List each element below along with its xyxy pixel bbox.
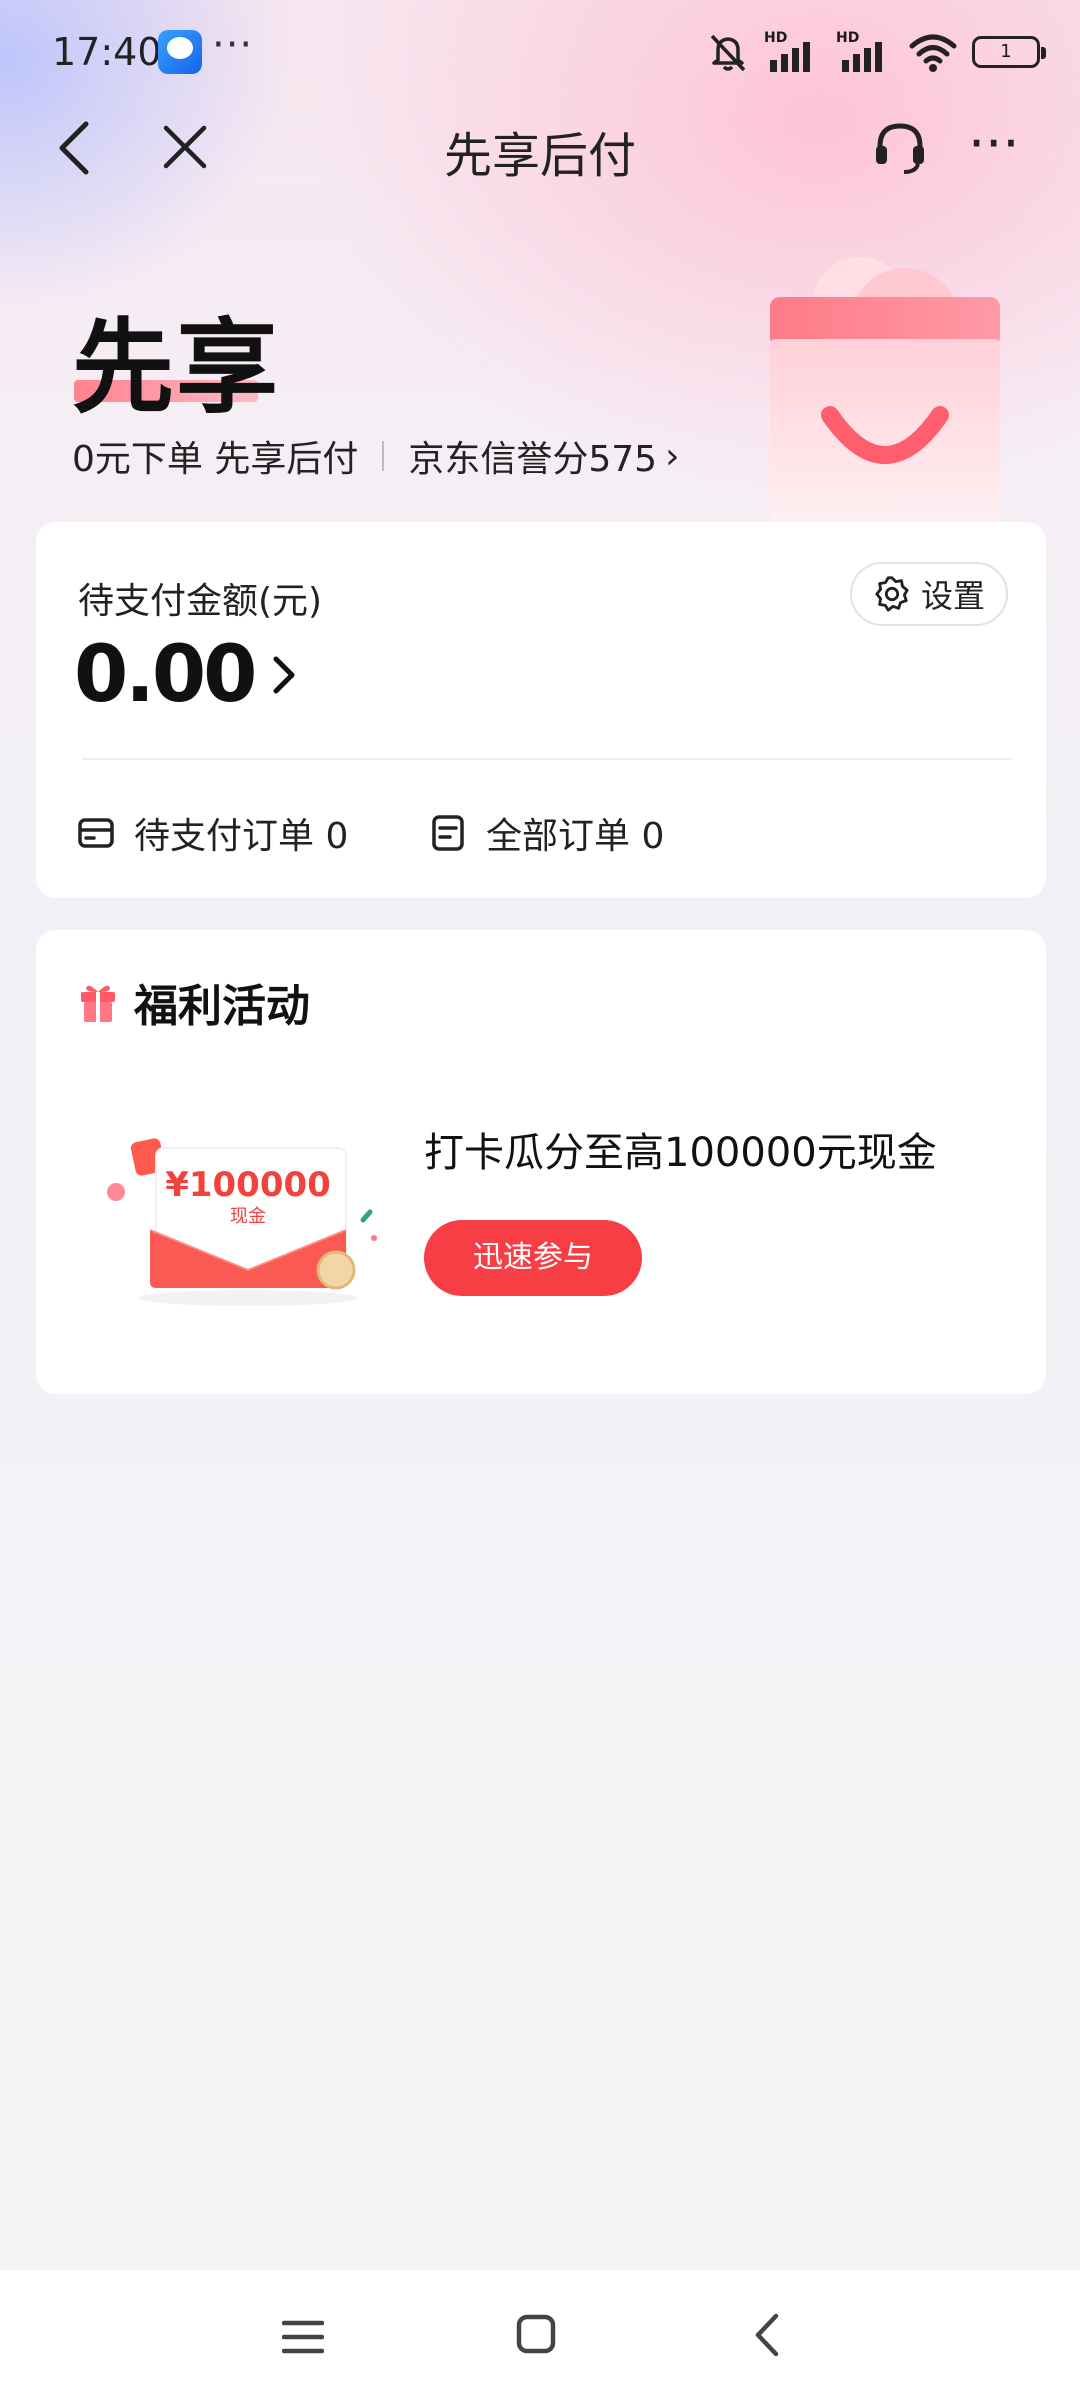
- battery-icon: 1: [972, 36, 1046, 68]
- pending-orders-label: 待支付订单 0: [134, 816, 349, 857]
- gift-icon: [81, 985, 115, 1022]
- pending-amount-link[interactable]: 0.00: [74, 630, 298, 720]
- status-bar: 17:40 ··· HD HD 1: [0, 0, 1080, 100]
- app-icon: [158, 30, 202, 74]
- promo-text: 打卡瓜分至高100000元现金: [424, 1130, 937, 1176]
- chevron-right-icon: ›: [665, 435, 680, 477]
- signal-icon: HD: [764, 30, 822, 74]
- hero-divider: [382, 441, 385, 471]
- system-nav-bar: [0, 2270, 1080, 2400]
- card-icon: [78, 818, 114, 848]
- all-orders-label: 全部订单 0: [486, 816, 665, 857]
- gear-icon: [875, 576, 909, 612]
- hero-title: 先享: [72, 309, 280, 428]
- shopping-bag-illustration: [770, 257, 1000, 525]
- status-icons: HD HD 1: [706, 28, 1046, 76]
- pending-orders-link[interactable]: 待支付订单 0: [76, 807, 348, 859]
- red-envelope-illustration: ¥100000 现金: [107, 1138, 377, 1306]
- status-time: 17:40: [52, 30, 162, 74]
- status-more-indicator: ···: [212, 22, 254, 68]
- hero-slogan: 0元下单 先享后付: [72, 439, 359, 480]
- benefits-card: 福利活动 ¥100000 现金 打卡瓜分至高100000元现金 迅速参与: [36, 930, 1046, 1394]
- document-icon: [432, 815, 464, 851]
- more-icon[interactable]: ···: [968, 117, 1024, 172]
- benefits-header: 福利活动: [78, 970, 310, 1034]
- promo-image-caption: 现金: [230, 1206, 266, 1227]
- wifi-icon: [909, 34, 957, 72]
- all-orders-link[interactable]: 全部订单 0: [428, 807, 664, 859]
- settings-label: 设置: [920, 577, 985, 615]
- pending-amount-value: 0.00: [74, 630, 257, 720]
- menu-icon[interactable]: [282, 2318, 324, 2356]
- signal-icon: HD: [836, 30, 894, 74]
- credit-score-text: 京东信誉分575: [408, 439, 658, 480]
- settings-button[interactable]: 设置: [850, 562, 1008, 626]
- credit-score-link[interactable]: 京东信誉分575 ›: [408, 430, 679, 482]
- divider: [82, 758, 1012, 760]
- hero-subtitle: 0元下单 先享后付 京东信誉分575 ›: [72, 430, 679, 482]
- page-background: [0, 1655, 1080, 2270]
- home-icon[interactable]: [516, 2314, 556, 2354]
- pending-amount-label: 待支付金额(元): [78, 581, 323, 622]
- pending-payment-card: 待支付金额(元) 0.00 设置 待支付订单 0 全部订单 0: [36, 522, 1046, 898]
- join-button[interactable]: 迅速参与: [424, 1220, 642, 1296]
- chevron-right-icon: [273, 656, 295, 694]
- benefits-title: 福利活动: [134, 981, 310, 1032]
- promo-image-amount: ¥100000: [165, 1165, 331, 1205]
- headset-icon[interactable]: [870, 118, 930, 178]
- back-icon[interactable]: [752, 2312, 782, 2358]
- mute-icon: [710, 34, 746, 72]
